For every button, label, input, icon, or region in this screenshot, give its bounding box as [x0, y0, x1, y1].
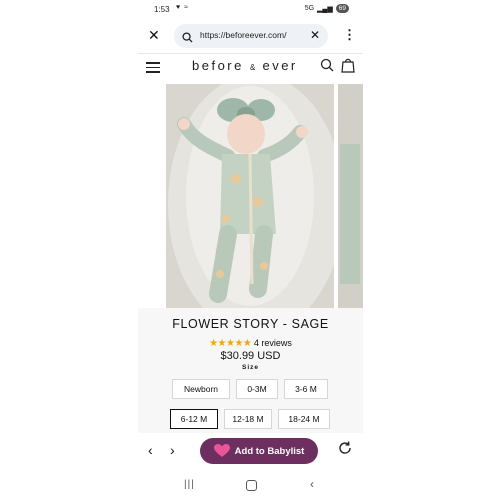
star-rating-icon: ★★★★★	[209, 338, 252, 349]
home-icon[interactable]	[246, 480, 257, 491]
size-label: Size	[241, 364, 259, 371]
system-back-icon[interactable]: ‹	[310, 477, 314, 491]
url-bar[interactable]: https://beforeever.com/ ✕	[174, 24, 328, 48]
forward-icon[interactable]: ›	[170, 442, 175, 458]
product-price: $30.99 USD	[220, 350, 281, 362]
browser-url-row: ✕ https://beforeever.com/ ✕ ⋮	[138, 22, 363, 50]
menu-icon[interactable]	[146, 59, 160, 76]
clear-url-icon[interactable]: ✕	[310, 28, 320, 42]
search-icon	[182, 30, 193, 48]
more-options-icon[interactable]: ⋮	[343, 27, 356, 43]
divider	[138, 53, 363, 54]
size-option-6-12m[interactable]: 6-12 M	[170, 409, 218, 429]
browser-toolbar: ‹ › Add to Babylist	[138, 434, 363, 470]
product-info: FLOWER STORY - SAGE ★★★★★ 4 reviews $30.…	[138, 308, 363, 433]
product-title: FLOWER STORY - SAGE	[172, 317, 329, 331]
back-icon[interactable]: ‹	[148, 442, 153, 458]
product-gallery[interactable]	[138, 84, 363, 308]
battery-icon: 69	[335, 4, 349, 13]
size-option-newborn[interactable]: Newborn	[172, 379, 230, 399]
close-tab-icon[interactable]: ✕	[148, 28, 160, 42]
shopping-bag-icon[interactable]	[341, 58, 355, 78]
site-header: before & ever	[138, 56, 363, 76]
site-logo[interactable]: before & ever	[192, 58, 298, 73]
size-option-18-24m[interactable]: 18-24 M	[278, 409, 330, 429]
phone-screen: 1:53 ♥ ≈ 5G ▂▄▆ 69 ✕ https://beforeever.…	[138, 0, 363, 500]
logo-amp: &	[250, 63, 257, 72]
reload-icon[interactable]	[338, 441, 352, 460]
size-option-0-3m[interactable]: 0-3M	[236, 379, 278, 399]
size-option-3-6m[interactable]: 3-6 M	[284, 379, 328, 399]
product-image[interactable]	[166, 84, 334, 308]
recent-apps-icon[interactable]: |||	[184, 479, 195, 490]
product-rating[interactable]: ★★★★★ 4 reviews	[138, 338, 363, 349]
logo-ever: ever	[262, 58, 298, 73]
notification-icons: ♥ ≈	[176, 4, 189, 11]
status-right: 5G ▂▄▆ 69	[305, 4, 349, 13]
heart-icon	[213, 444, 230, 457]
logo-before: before	[192, 58, 244, 73]
site-search-icon[interactable]	[320, 58, 334, 77]
add-to-babylist-button[interactable]: Add to Babylist	[200, 438, 318, 464]
url-text: https://beforeever.com/	[200, 30, 287, 40]
size-option-12-18m[interactable]: 12-18 M	[224, 409, 272, 429]
status-bar: 1:53 ♥ ≈ 5G ▂▄▆ 69	[138, 0, 363, 18]
status-time: 1:53	[154, 5, 170, 14]
signal-text: 5G	[304, 5, 315, 12]
system-nav-bar: ||| ‹	[138, 474, 363, 496]
signal-icon: ▂▄▆	[317, 5, 333, 13]
babylist-label: Add to Babylist	[234, 445, 305, 457]
next-product-image[interactable]	[338, 84, 363, 308]
review-count: 4 reviews	[253, 338, 292, 348]
